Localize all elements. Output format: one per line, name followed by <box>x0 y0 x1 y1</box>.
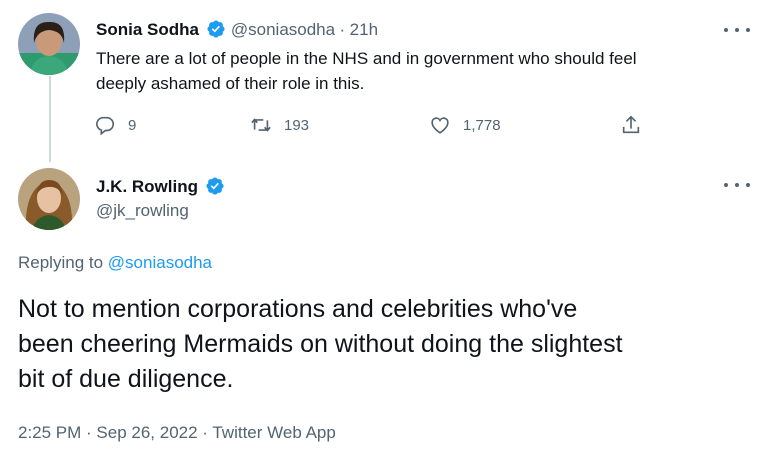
main-text-line-2: been cheering Mermaids on without doing … <box>18 330 623 358</box>
reply-count: 9 <box>128 116 137 134</box>
sonia-sodha-avatar[interactable] <box>18 13 80 75</box>
jk-rowling-avatar[interactable] <box>18 168 80 230</box>
verified-badge-icon <box>206 177 224 195</box>
tweet-timestamp-meta[interactable]: 2:25 PM · Sep 26, 2022 · Twitter Web App <box>18 423 336 443</box>
replying-to-handle-link[interactable]: @soniasodha <box>108 253 212 272</box>
like-icon <box>431 117 449 134</box>
retweet-count: 193 <box>284 116 310 134</box>
reply-icon <box>96 116 115 136</box>
main-tweet-header: J.K. Rowling <box>96 176 225 197</box>
main-author-name[interactable]: J.K. Rowling <box>96 177 198 196</box>
main-text-line-1: Not to mention corporations and celebrit… <box>18 295 578 323</box>
parent-tweet-actions: 9 193 1,778 <box>94 114 654 138</box>
parent-text-line-2: deeply ashamed of their role in this. <box>96 74 365 93</box>
separator-dot: · <box>339 20 346 39</box>
like-button[interactable]: 1,778 <box>429 114 501 136</box>
parent-text-line-1: There are a lot of people in the NHS and… <box>96 49 637 68</box>
verified-badge-icon <box>207 20 225 38</box>
share-icon <box>622 115 640 134</box>
parent-handle[interactable]: @soniasodha <box>231 20 335 39</box>
main-text-line-3: bit of due diligence. <box>18 365 234 393</box>
parent-author-name[interactable]: Sonia Sodha <box>96 20 199 39</box>
parent-tweet-text: There are a lot of people in the NHS and… <box>96 46 637 96</box>
replying-to-prefix: Replying to <box>18 253 104 272</box>
thread-connector-line <box>49 76 51 162</box>
retweet-button[interactable]: 193 <box>250 114 309 136</box>
reply-button[interactable]: 9 <box>94 114 136 136</box>
replying-to-line: Replying to @soniasodha <box>18 253 212 273</box>
share-button[interactable] <box>620 114 654 136</box>
main-tweet-text: Not to mention corporations and celebrit… <box>18 292 623 397</box>
more-options-icon[interactable] <box>724 180 750 190</box>
parent-tweet-header: Sonia Sodha @soniasodha · 21h <box>96 19 378 40</box>
like-count: 1,778 <box>463 116 501 134</box>
retweet-icon <box>251 118 271 132</box>
main-handle[interactable]: @jk_rowling <box>96 201 189 221</box>
parent-time-ago[interactable]: 21h <box>350 20 378 39</box>
more-options-icon[interactable] <box>724 25 750 35</box>
